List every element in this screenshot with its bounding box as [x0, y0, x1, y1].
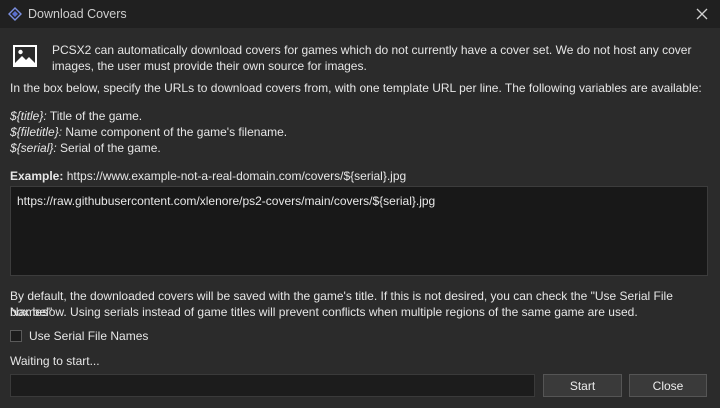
variable-desc: Name component of the game's filename.	[62, 125, 288, 139]
start-button[interactable]: Start	[543, 374, 622, 397]
serial-file-names-option[interactable]: Use Serial File Names	[10, 328, 148, 344]
url-template-textarea[interactable]: https://raw.githubusercontent.com/xlenor…	[10, 186, 708, 276]
variable-name: ${filetitle}:	[10, 125, 63, 139]
example-url: https://www.example-not-a-real-domain.co…	[63, 169, 407, 183]
image-icon	[12, 44, 38, 70]
variable-desc: Serial of the game.	[56, 141, 161, 155]
status-text: Waiting to start...	[10, 354, 100, 368]
url-template-value: https://raw.githubusercontent.com/xlenor…	[17, 194, 436, 208]
instructions-text: In the box below, specify the URLs to do…	[10, 81, 702, 95]
intro-row: PCSX2 can automatically download covers …	[10, 42, 710, 76]
pcsx2-app-icon	[8, 7, 22, 21]
intro-text: PCSX2 can automatically download covers …	[52, 43, 692, 73]
note-line-2: box below. Using serials instead of game…	[10, 305, 638, 319]
close-button[interactable]: Close	[629, 374, 707, 397]
close-icon[interactable]	[694, 6, 710, 22]
title-bar: Download Covers	[0, 0, 720, 28]
serial-file-names-checkbox[interactable]	[10, 330, 22, 342]
variable-desc: Title of the game.	[46, 109, 143, 123]
progress-bar	[10, 374, 535, 397]
variable-title: ${title}: Title of the game.	[10, 108, 710, 124]
download-covers-dialog: Download Covers PCSX2 can automatically …	[0, 0, 720, 408]
example-label: Example:	[10, 169, 64, 183]
serial-file-names-label: Use Serial File Names	[29, 329, 149, 343]
variable-serial: ${serial}: Serial of the game.	[10, 140, 710, 156]
example-line: Example: https://www.example-not-a-real-…	[10, 168, 710, 184]
variable-filetitle: ${filetitle}: Name component of the game…	[10, 124, 710, 140]
variable-name: ${title}:	[10, 109, 47, 123]
window-title: Download Covers	[28, 7, 127, 21]
variable-name: ${serial}:	[10, 141, 57, 155]
